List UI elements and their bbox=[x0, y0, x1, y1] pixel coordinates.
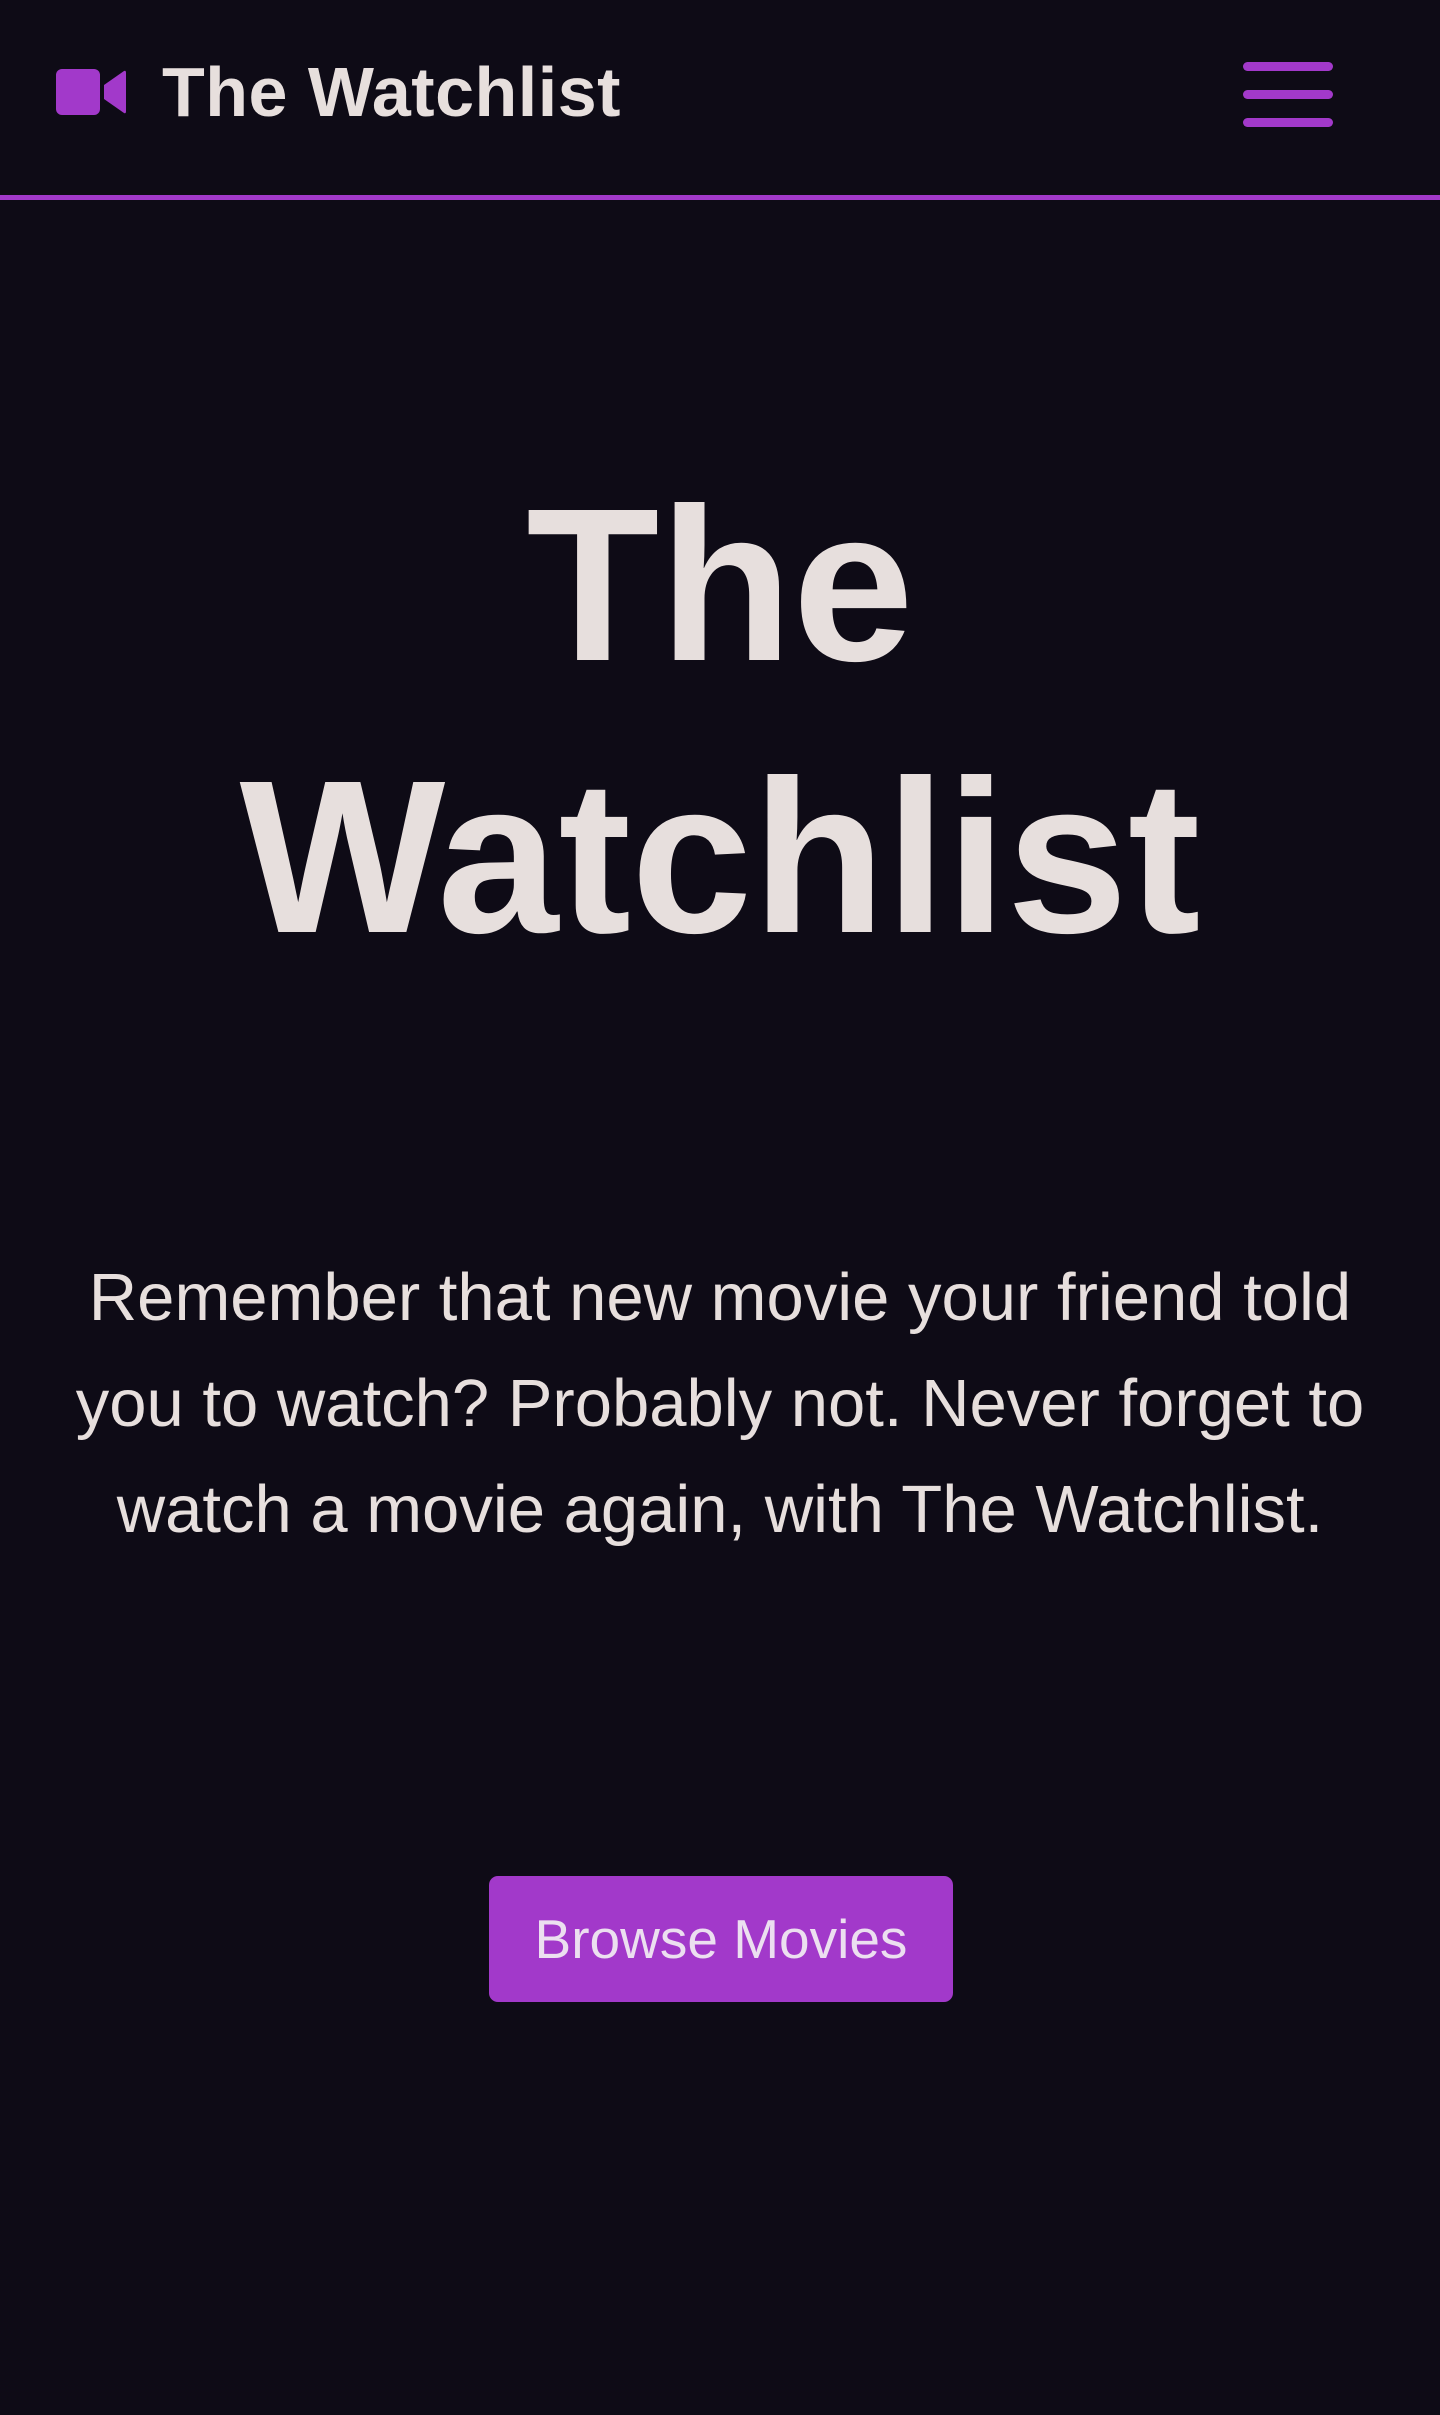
brand-name: The Watchlist bbox=[162, 53, 621, 131]
menu-bar-middle bbox=[1243, 90, 1333, 99]
browse-movies-button[interactable]: Browse Movies bbox=[489, 1876, 953, 2002]
brand-link[interactable]: The Watchlist bbox=[56, 52, 621, 132]
hero-title: The Watchlist bbox=[0, 450, 1440, 994]
navbar: The Watchlist bbox=[0, 0, 1440, 200]
hero-title-line-1: The bbox=[526, 464, 914, 707]
hero-description: Remember that new movie your friend told… bbox=[75, 1260, 1365, 1547]
hamburger-menu-button[interactable] bbox=[1240, 60, 1336, 132]
menu-bar-top bbox=[1243, 62, 1333, 71]
menu-bar-bottom bbox=[1243, 118, 1333, 127]
video-camera-icon bbox=[56, 69, 126, 115]
hero-title-line-2: Watchlist bbox=[239, 736, 1201, 979]
